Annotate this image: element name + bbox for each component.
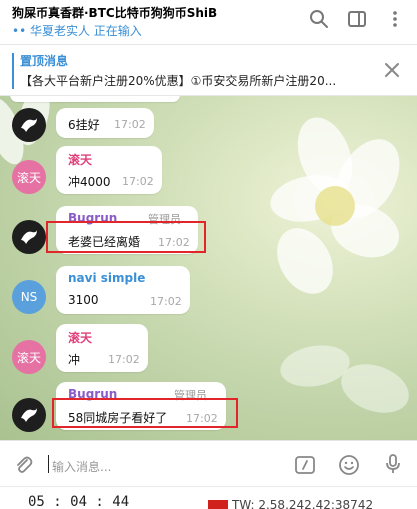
- close-icon[interactable]: [383, 61, 401, 79]
- dove-icon: [21, 230, 37, 244]
- search-icon[interactable]: [308, 8, 330, 30]
- network-address: TW: 2.58.242.42:38742: [232, 498, 374, 509]
- message-bubble[interactable]: 滚天 冲 17:02: [56, 324, 148, 372]
- dove-icon: [21, 408, 37, 422]
- message-bubble[interactable]: 6挂好 17:02: [56, 108, 154, 138]
- pinned-label: 置顶消息: [20, 54, 69, 68]
- message-time: 17:02: [114, 118, 146, 131]
- flag-icon: [208, 500, 228, 509]
- message-time: 17:02: [122, 175, 154, 188]
- clock-readout: 05 : 04 : 44: [28, 494, 130, 509]
- avatar-dove[interactable]: [12, 108, 46, 142]
- dove-icon: [21, 118, 37, 132]
- message-text: 冲4000: [68, 175, 111, 189]
- more-vertical-icon[interactable]: [384, 8, 406, 30]
- bottom-status-strip: 05 : 04 : 44 TW: 2.58.242.42:38742: [0, 486, 417, 509]
- message-bubble-partial: [10, 96, 180, 102]
- sender-name[interactable]: 滚天: [68, 329, 92, 346]
- emoji-icon[interactable]: [338, 454, 360, 476]
- avatar-dove[interactable]: [12, 220, 46, 254]
- message-text: 冲: [68, 353, 81, 367]
- background-flower: [260, 109, 417, 316]
- message-text: 3100: [68, 293, 99, 307]
- message-bubble[interactable]: 滚天 冲4000 17:02: [56, 146, 162, 194]
- chat-header: 狗屎币真香群·BTC比特币狗狗币ShiB •• 华夏老实人 正在输入: [0, 0, 417, 44]
- highlight-box: [46, 221, 206, 253]
- pinned-message-bar[interactable]: 置顶消息 【各大平台新户注册20%优惠】①币安交易所新户注册20...: [0, 44, 417, 96]
- pinned-accent-bar: [12, 53, 14, 89]
- message-input-bar: 输入消息...: [0, 440, 417, 486]
- background-flower: [260, 326, 417, 440]
- message-time: 17:02: [150, 295, 182, 308]
- message-time: 17:02: [108, 353, 140, 366]
- attachment-icon[interactable]: [12, 454, 34, 476]
- microphone-icon[interactable]: [382, 453, 404, 475]
- sidebar-toggle-icon[interactable]: [346, 8, 368, 30]
- typing-status: •• 华夏老实人 正在输入: [12, 24, 142, 38]
- sender-name[interactable]: navi simple: [68, 271, 145, 285]
- message-input[interactable]: 输入消息...: [52, 458, 111, 475]
- chat-title[interactable]: 狗屎币真香群·BTC比特币狗狗币ShiB: [12, 4, 217, 21]
- chat-messages-area[interactable]: 6挂好 17:02 滚天 滚天 冲4000 17:02 Bugrun 管理员 老…: [0, 96, 417, 440]
- avatar[interactable]: 滚天: [12, 160, 46, 194]
- sender-name[interactable]: 滚天: [68, 151, 92, 168]
- avatar[interactable]: NS: [12, 280, 46, 314]
- message-text: 6挂好: [68, 118, 100, 132]
- bot-commands-icon[interactable]: [294, 454, 316, 476]
- text-caret: [48, 455, 49, 473]
- highlight-box: [52, 398, 238, 428]
- pinned-text: 【各大平台新户注册20%优惠】①币安交易所新户注册20...: [20, 74, 337, 88]
- avatar[interactable]: 滚天: [12, 340, 46, 374]
- message-bubble[interactable]: navi simple 3100 17:02: [56, 266, 190, 314]
- avatar-dove[interactable]: [12, 398, 46, 432]
